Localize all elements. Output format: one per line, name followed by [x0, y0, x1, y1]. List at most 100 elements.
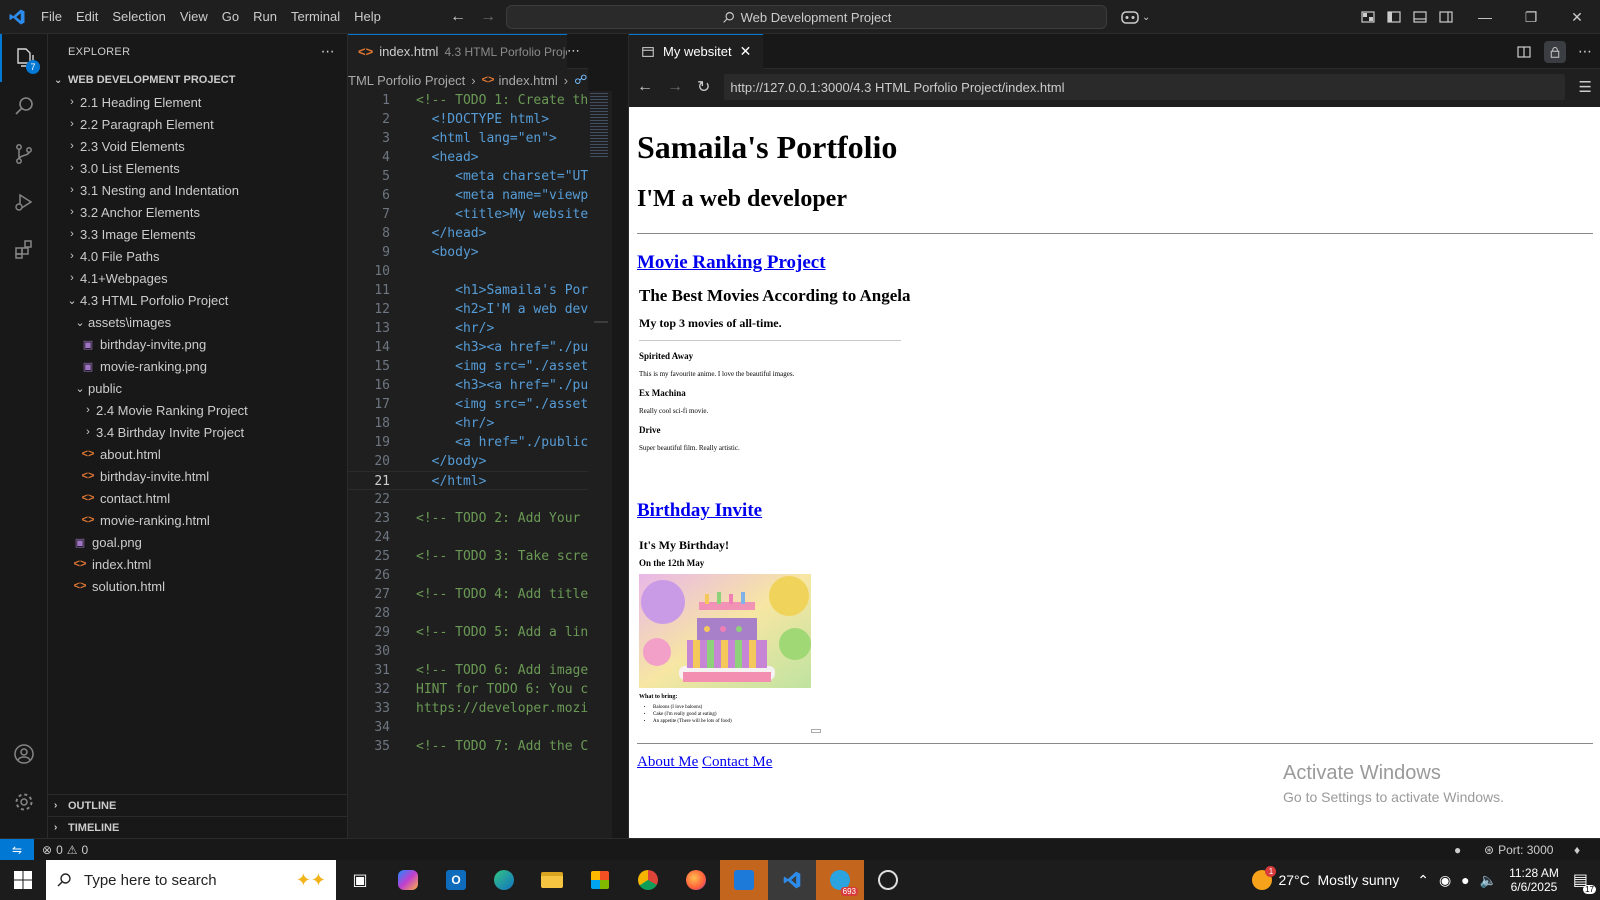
menu-view[interactable]: View: [173, 0, 215, 34]
weather-text[interactable]: 27°C Mostly sunny: [1278, 872, 1399, 888]
folder-item[interactable]: › 2.1 Heading Element: [48, 91, 347, 113]
source-control-icon[interactable]: [0, 130, 48, 178]
file-item[interactable]: <> contact.html: [48, 487, 347, 509]
more-actions-icon[interactable]: ⋯: [1578, 43, 1592, 60]
breadcrumb-folder[interactable]: TML Porfolio Project: [348, 73, 465, 88]
outlook-icon[interactable]: O: [432, 860, 480, 900]
folder-item[interactable]: › 3.1 Nesting and Indentation: [48, 179, 347, 201]
folder-item[interactable]: › 3.0 List Elements: [48, 157, 347, 179]
forward-arrow-icon[interactable]: →: [667, 78, 683, 96]
folder-item[interactable]: › 3.4 Birthday Invite Project: [48, 421, 347, 443]
live-server-port[interactable]: ⊛ Port: 3000: [1484, 843, 1553, 857]
movie-ranking-link[interactable]: Movie Ranking Project: [637, 252, 826, 273]
toggle-primary-sidebar-icon[interactable]: [1386, 9, 1402, 25]
minimize-icon[interactable]: —: [1462, 0, 1508, 34]
menu-selection[interactable]: Selection: [105, 0, 172, 34]
obs-icon[interactable]: [864, 860, 912, 900]
birthday-invite-link[interactable]: Birthday Invite: [637, 500, 762, 521]
microphone-icon[interactable]: ●: [1461, 872, 1469, 888]
extensions-icon[interactable]: [0, 226, 48, 274]
back-arrow-icon[interactable]: ←: [637, 78, 653, 96]
toggle-panel-icon[interactable]: [1412, 9, 1428, 25]
folder-item[interactable]: ⌄ public: [48, 377, 347, 399]
about-link[interactable]: About Me: [637, 754, 698, 770]
contact-link[interactable]: Contact Me: [702, 754, 772, 770]
close-tab-icon[interactable]: ✕: [740, 43, 752, 60]
problems-indicator[interactable]: ⊗ 0 ⚠ 0: [42, 843, 88, 857]
file-item[interactable]: <> index.html: [48, 553, 347, 575]
menu-terminal[interactable]: Terminal: [284, 0, 347, 34]
breadcrumb-file[interactable]: index.html: [498, 73, 557, 88]
menu-go[interactable]: Go: [215, 0, 246, 34]
edge-icon[interactable]: [480, 860, 528, 900]
file-item[interactable]: <> about.html: [48, 443, 347, 465]
file-item[interactable]: ▣ birthday-invite.png: [48, 333, 347, 355]
editor-more-icon[interactable]: ⋯: [567, 43, 588, 59]
folder-item[interactable]: › 2.3 Void Elements: [48, 135, 347, 157]
split-editor-icon[interactable]: [1516, 44, 1532, 60]
copilot-app-icon[interactable]: [384, 860, 432, 900]
run-debug-icon[interactable]: [0, 178, 48, 226]
explorer-icon[interactable]: 7: [0, 34, 48, 82]
menu-run[interactable]: Run: [246, 0, 284, 34]
telegram-icon[interactable]: 693: [816, 860, 864, 900]
search-icon[interactable]: [0, 82, 48, 130]
reload-icon[interactable]: ↻: [697, 77, 710, 97]
url-input[interactable]: http://127.0.0.1:3000/4.3 HTML Porfolio …: [724, 74, 1565, 100]
task-view-icon[interactable]: ▣: [336, 860, 384, 900]
store-icon[interactable]: [576, 860, 624, 900]
menu-edit[interactable]: Edit: [69, 0, 105, 34]
back-arrow-icon[interactable]: ←: [450, 8, 466, 26]
file-item[interactable]: <> movie-ranking.html: [48, 509, 347, 531]
start-button[interactable]: [0, 860, 46, 900]
remote-indicator-icon[interactable]: ⇋: [0, 838, 34, 861]
project-root[interactable]: ⌄ WEB DEVELOPMENT PROJECT: [48, 69, 347, 91]
folder-item[interactable]: › 2.4 Movie Ranking Project: [48, 399, 347, 421]
customize-layout-icon[interactable]: [1360, 9, 1376, 25]
notifications-bell-icon[interactable]: ♦: [1574, 843, 1580, 857]
restore-icon[interactable]: ❐: [1508, 0, 1554, 34]
timeline-section[interactable]: › TIMELINE: [48, 816, 348, 838]
menu-file[interactable]: File: [34, 0, 69, 34]
accounts-icon[interactable]: [0, 730, 48, 778]
copilot-status-icon[interactable]: ●: [1454, 843, 1461, 857]
notification-center-icon[interactable]: ▤ 17: [1573, 870, 1596, 894]
folder-item[interactable]: › 4.0 File Paths: [48, 245, 347, 267]
file-explorer-icon[interactable]: [528, 860, 576, 900]
clock[interactable]: 11:28 AM 6/6/2025: [1509, 866, 1559, 894]
folder-item[interactable]: › 3.3 Image Elements: [48, 223, 347, 245]
tab-my-website[interactable]: My websitet ✕: [629, 33, 764, 69]
minimap[interactable]: [588, 91, 612, 838]
settings-gear-icon[interactable]: [0, 778, 48, 826]
command-center-search[interactable]: Web Development Project: [506, 5, 1107, 29]
file-item[interactable]: <> birthday-invite.html: [48, 465, 347, 487]
more-actions-icon[interactable]: ⋯: [321, 43, 335, 60]
file-item[interactable]: <> solution.html: [48, 575, 347, 597]
menu-help[interactable]: Help: [347, 0, 388, 34]
copilot-menu[interactable]: ⌄: [1120, 0, 1150, 34]
file-item[interactable]: ▣ goal.png: [48, 531, 347, 553]
app-icon[interactable]: [720, 860, 768, 900]
lock-icon[interactable]: [1544, 40, 1566, 63]
tab-index-html[interactable]: <> index.html 4.3 HTML Porfolio Project: [348, 33, 567, 69]
outline-section[interactable]: › OUTLINE: [48, 794, 348, 816]
toggle-secondary-sidebar-icon[interactable]: [1438, 9, 1454, 25]
vscode-taskbar-icon[interactable]: [768, 860, 816, 900]
firefox-icon[interactable]: [672, 860, 720, 900]
folder-item[interactable]: › 4.1+Webpages: [48, 267, 347, 289]
weather-icon[interactable]: 1: [1252, 866, 1277, 890]
chrome-icon[interactable]: [624, 860, 672, 900]
menu-icon[interactable]: ☰: [1579, 78, 1592, 96]
volume-icon[interactable]: 🔈: [1480, 872, 1497, 889]
folder-item[interactable]: › 3.2 Anchor Elements: [48, 201, 347, 223]
folder-item[interactable]: ⌄ 4.3 HTML Porfolio Project: [48, 289, 347, 311]
code-area[interactable]: 1 <!-- TODO 1: Create th 2 <!DOCTYPE html>…: [348, 91, 588, 838]
network-icon[interactable]: ◉: [1439, 872, 1451, 889]
folder-item[interactable]: ⌄ assets\images: [48, 311, 347, 333]
file-item[interactable]: ▣ movie-ranking.png: [48, 355, 347, 377]
taskbar-search[interactable]: Type here to search ✦✦: [46, 860, 336, 900]
close-window-icon[interactable]: ✕: [1554, 0, 1600, 34]
forward-arrow-icon[interactable]: →: [480, 8, 496, 26]
folder-item[interactable]: › 2.2 Paragraph Element: [48, 113, 347, 135]
chevron-up-icon[interactable]: ⌃: [1417, 872, 1429, 889]
